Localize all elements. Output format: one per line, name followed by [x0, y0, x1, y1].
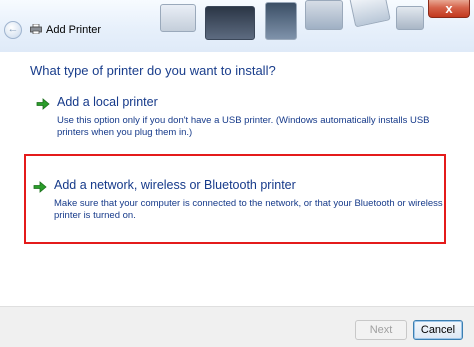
green-arrow-icon	[36, 98, 50, 110]
device-image	[396, 6, 424, 30]
device-image	[205, 6, 255, 40]
option-local-printer[interactable]: Add a local printer Use this option only…	[28, 94, 450, 150]
device-image	[305, 0, 343, 30]
main-content: What type of printer do you want to inst…	[0, 52, 474, 306]
next-button[interactable]: Next	[355, 320, 407, 340]
close-icon: x	[445, 1, 453, 16]
option-network-printer[interactable]: Add a network, wireless or Bluetooth pri…	[24, 154, 446, 244]
back-arrow-icon: ←	[7, 23, 19, 35]
title-bar: x ← Add Printer	[0, 0, 474, 52]
window-title: Add Printer	[46, 24, 102, 36]
option-description: Make sure that your computer is connecte…	[54, 198, 443, 221]
option-description: Use this option only if you don't have a…	[57, 115, 430, 138]
back-button[interactable]: ←	[4, 21, 22, 39]
device-image	[349, 0, 391, 28]
option-title: Add a network, wireless or Bluetooth pri…	[54, 178, 296, 192]
option-network-content: Add a network, wireless or Bluetooth pri…	[30, 178, 443, 238]
cancel-button[interactable]: Cancel	[413, 320, 463, 340]
page-heading: What type of printer do you want to inst…	[30, 63, 276, 78]
option-title: Add a local printer	[57, 95, 158, 109]
printer-icon	[30, 24, 42, 34]
footer-bar: Next Cancel	[0, 306, 474, 347]
device-image	[265, 2, 297, 40]
green-arrow-icon	[33, 181, 47, 193]
device-image	[160, 4, 196, 32]
close-button[interactable]: x	[428, 0, 470, 18]
